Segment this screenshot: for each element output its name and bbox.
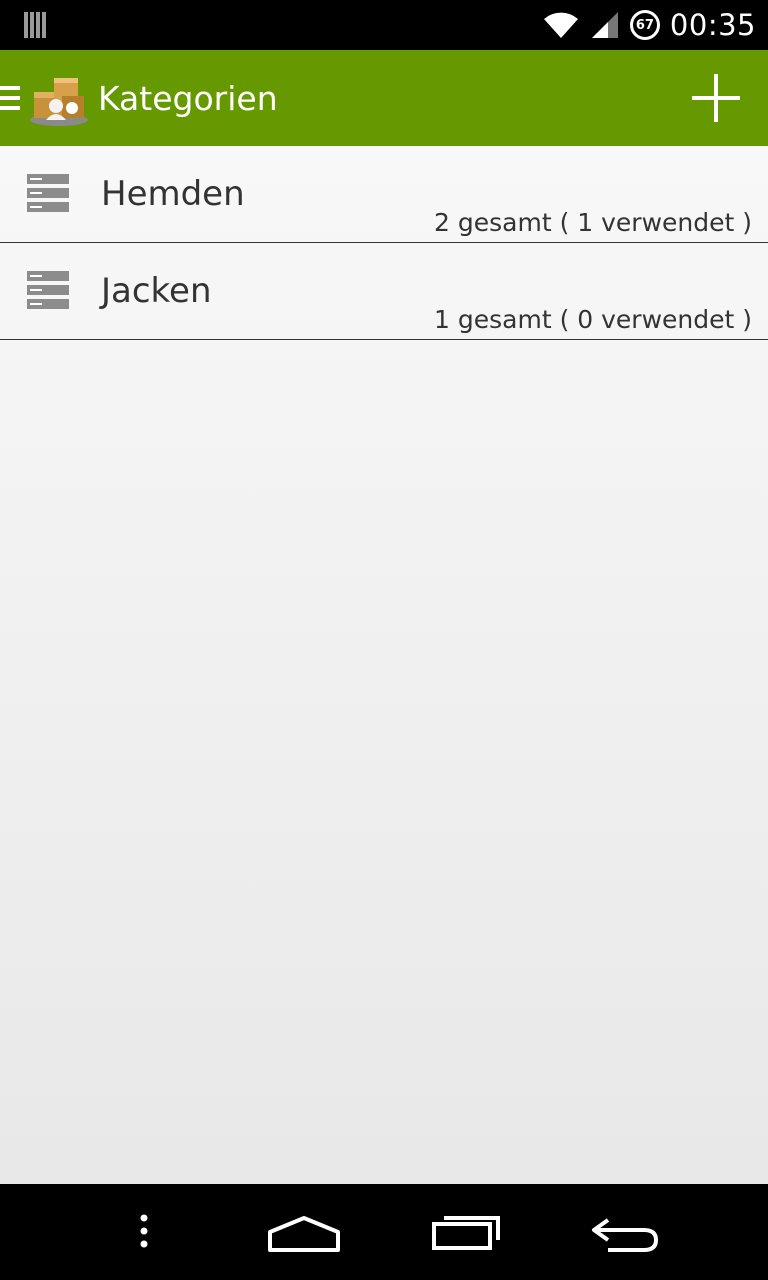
home-icon[interactable] — [262, 1206, 346, 1258]
page-title: Kategorien — [98, 78, 278, 118]
list-item[interactable]: Hemden 2 gesamt ( 1 verwendet ) — [0, 146, 768, 243]
battery-icon: 67 — [629, 10, 660, 40]
back-icon[interactable] — [584, 1206, 664, 1258]
navigation-bar — [0, 1184, 768, 1280]
category-summary: 1 gesamt ( 0 verwendet ) — [434, 305, 752, 334]
clock: 00:35 — [669, 8, 756, 42]
add-category-button[interactable] — [686, 68, 746, 128]
signal-icon — [591, 12, 618, 38]
category-name: Jacken — [101, 271, 212, 311]
app-logo-icon[interactable] — [28, 74, 90, 128]
recent-apps-icon[interactable] — [426, 1206, 506, 1258]
category-name: Hemden — [101, 174, 245, 214]
category-summary: 2 gesamt ( 1 verwendet ) — [434, 208, 752, 237]
action-bar: Kategorien — [0, 50, 768, 146]
overflow-menu-icon[interactable] — [122, 1206, 166, 1258]
hamburger-icon[interactable] — [0, 84, 20, 112]
status-bar: 67 00:35 — [0, 0, 768, 50]
category-list: Hemden 2 gesamt ( 1 verwendet ) Jacken 1… — [0, 146, 768, 1184]
list-item[interactable]: Jacken 1 gesamt ( 0 verwendet ) — [0, 243, 768, 340]
notification-icon — [24, 12, 46, 38]
list-icon — [27, 271, 69, 309]
wifi-icon — [543, 12, 578, 38]
list-icon — [27, 174, 69, 212]
status-right: 67 00:35 — [542, 0, 756, 50]
